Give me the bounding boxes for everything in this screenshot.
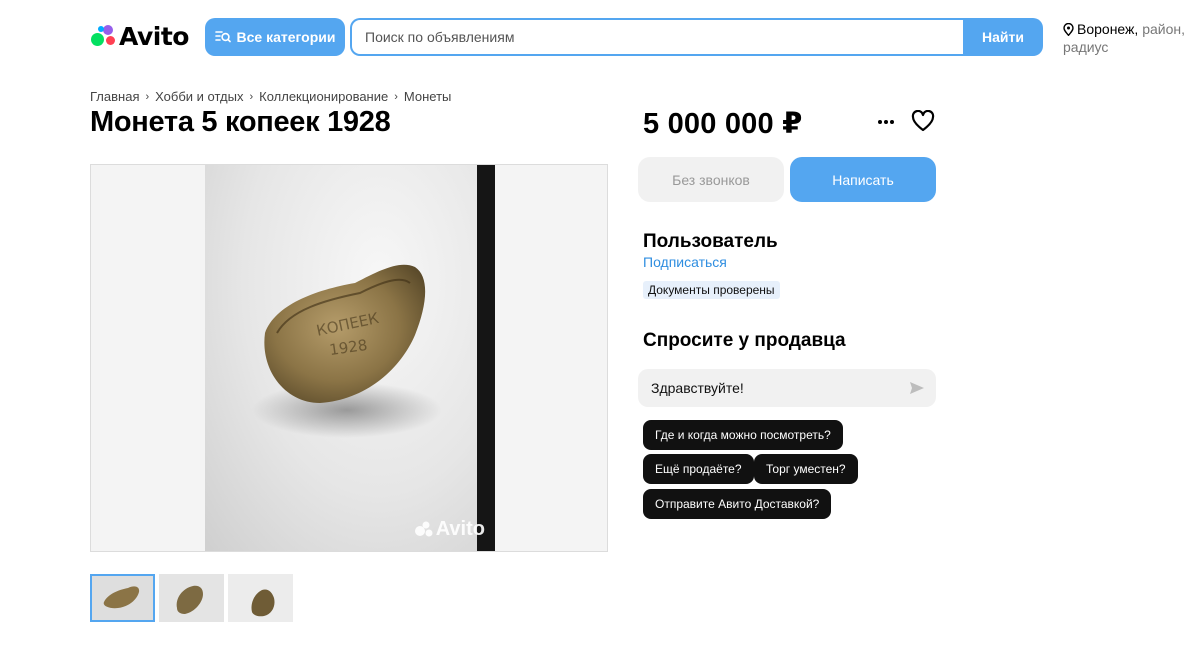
all-categories-label: Все категории (236, 29, 336, 45)
search-button[interactable]: Найти (963, 18, 1043, 56)
documents-verified-badge: Документы проверены (643, 281, 780, 299)
avito-watermark: Avito (414, 518, 485, 541)
more-dots-icon[interactable] (875, 112, 897, 132)
location-pin-icon (1063, 23, 1074, 36)
breadcrumb: Главная › Хобби и отдых › Коллекциониров… (90, 89, 451, 104)
thumbnail-1[interactable] (90, 574, 155, 622)
chevron-right-icon: › (394, 90, 398, 103)
message-input[interactable]: Здравствуйте! (638, 369, 936, 407)
breadcrumb-item-coins[interactable]: Монеты (404, 89, 451, 104)
suggestion-chip-bargain[interactable]: Торг уместен? (754, 454, 858, 484)
chevron-right-icon: › (249, 90, 254, 103)
breadcrumb-item-home[interactable]: Главная (90, 89, 139, 104)
all-categories-button[interactable]: Все категории (205, 18, 345, 56)
main-photo[interactable]: КОПЕЕК 1928 Avito (90, 164, 608, 552)
suggestion-chip-view[interactable]: Где и когда можно посмотреть? (643, 420, 843, 450)
breadcrumb-item-hobby[interactable]: Хобби и отдых (155, 89, 243, 104)
thumbnail-2[interactable] (159, 574, 224, 622)
thumbnail-3[interactable] (228, 574, 293, 622)
thumbnail-strip (90, 574, 293, 622)
chevron-right-icon: › (145, 90, 150, 103)
watermark-text: Avito (435, 518, 485, 540)
seller-name[interactable]: Пользователь (643, 231, 778, 253)
heart-icon[interactable] (911, 109, 935, 137)
ask-seller-title: Спросите у продавца (643, 330, 846, 351)
subscribe-link[interactable]: Подписаться (643, 254, 727, 270)
suggestion-chip-delivery[interactable]: Отправите Авито Доставкой? (643, 489, 832, 519)
write-message-button[interactable]: Написать (790, 157, 936, 202)
location-selector[interactable]: Воронеж, район, радиус (1063, 20, 1193, 56)
suggestion-chip-still-selling[interactable]: Ещё продаёте? (643, 454, 754, 484)
avito-logo[interactable]: Avito (90, 22, 189, 51)
category-search-icon (214, 31, 231, 43)
message-value: Здравствуйте! (651, 380, 744, 396)
listing-title: Монета 5 копеек 1928 (90, 106, 391, 138)
send-icon[interactable] (909, 380, 925, 396)
search-input[interactable] (352, 20, 963, 54)
no-calls-button[interactable]: Без звонков (638, 157, 784, 202)
breadcrumb-item-collecting[interactable]: Коллекционирование (259, 89, 388, 104)
listing-price: 5 000 000 ₽ (643, 108, 803, 140)
location-city: Воронеж, (1077, 21, 1139, 37)
logo-text: Avito (119, 22, 189, 51)
search-bar: Найти (350, 18, 1043, 56)
coin-photo: КОПЕЕК 1928 (205, 165, 495, 551)
logo-dots-icon (414, 521, 433, 536)
logo-dots-icon (90, 24, 118, 50)
